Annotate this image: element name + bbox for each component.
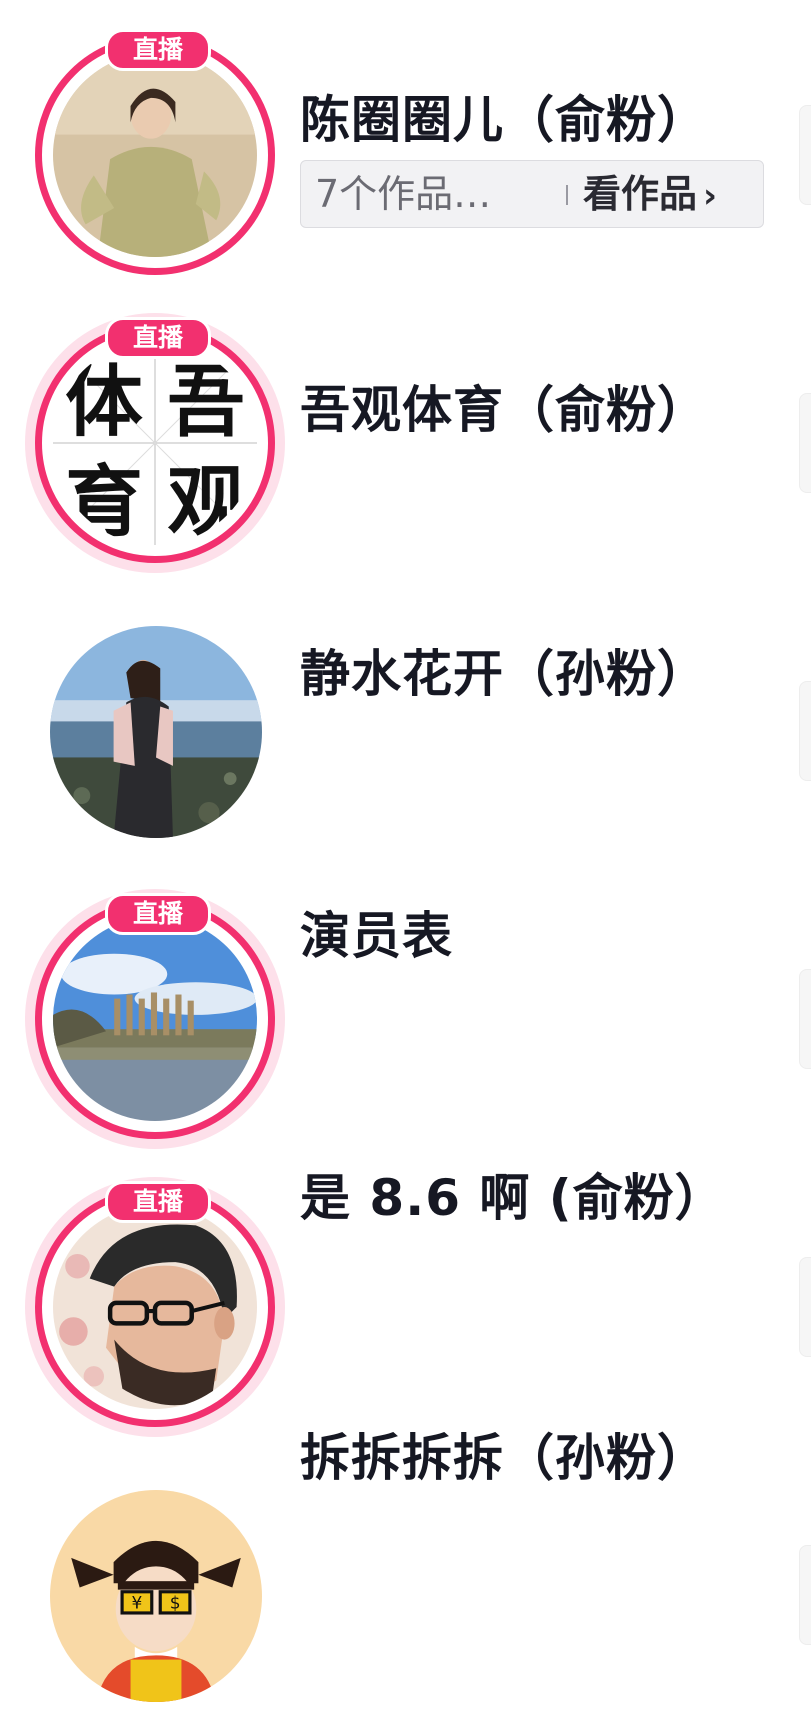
works-chip[interactable]: 7个作品… 看作品 › — [300, 160, 764, 228]
view-works-label: 看作品 — [583, 172, 698, 216]
avatar-image-woman-green-dress — [53, 53, 257, 257]
user-name[interactable]: 陈圈圈儿（俞粉） — [300, 80, 708, 152]
glasses-symbol: ¥ — [132, 1593, 143, 1613]
follow-button-edge[interactable] — [799, 1545, 811, 1645]
user-name[interactable]: 静水花开（孙粉） — [300, 634, 708, 706]
avatar[interactable]: 直播 — [35, 1181, 275, 1427]
avatar[interactable]: 体 吾 育 观 直播 — [35, 317, 275, 563]
avatar[interactable]: ¥ $ — [35, 1475, 275, 1715]
follow-button-edge[interactable] — [799, 1257, 811, 1357]
avatar[interactable]: 直播 — [35, 893, 275, 1139]
list-item[interactable]: 直播 演员表 — [0, 864, 811, 1152]
follow-button-edge[interactable] — [799, 681, 811, 781]
live-badge: 直播 — [105, 1181, 211, 1223]
works-count: 7个作品… — [315, 172, 492, 216]
chevron-right-icon: › — [703, 176, 718, 216]
avatar[interactable]: 直播 — [35, 29, 275, 275]
follow-button-edge[interactable] — [799, 393, 811, 493]
list-item[interactable]: ¥ $ 拆拆拆拆（孙粉） — [0, 1429, 811, 1728]
list-item[interactable]: 直播 是 8.6 啊 (俞粉） — [0, 1152, 811, 1440]
user-name[interactable]: 演员表 — [300, 896, 453, 968]
user-name[interactable]: 吾观体育（俞粉） — [300, 370, 708, 442]
avatar-image-logo-calligraphy: 体 吾 育 观 — [53, 341, 257, 545]
avatar-image-lake-landscape — [53, 917, 257, 1121]
avatar[interactable] — [35, 611, 275, 851]
list-item[interactable]: 体 吾 育 观 直播 吾观体育（俞粉） — [0, 288, 811, 576]
list-item[interactable]: 直播 陈圈圈儿（俞粉） 7个作品… 看作品 › — [0, 0, 811, 288]
divider — [566, 185, 568, 205]
glasses-symbol: $ — [170, 1593, 181, 1613]
follower-list: 直播 陈圈圈儿（俞粉） 7个作品… 看作品 › 体 吾 育 观 直播 吾观体育（… — [0, 0, 811, 1728]
follow-button-edge[interactable] — [799, 969, 811, 1069]
live-badge: 直播 — [105, 893, 211, 935]
user-name[interactable]: 是 8.6 啊 (俞粉） — [300, 1158, 726, 1230]
view-works-link[interactable]: 看作品 › — [583, 161, 717, 229]
avatar-image-bearded-man-glasses — [53, 1205, 257, 1409]
list-item[interactable]: 静水花开（孙粉） — [0, 576, 811, 864]
user-name[interactable]: 拆拆拆拆（孙粉） — [300, 1418, 708, 1490]
follow-button-edge[interactable] — [799, 105, 811, 205]
live-badge: 直播 — [105, 317, 211, 359]
avatar-image-cartoon-girl: ¥ $ — [50, 1490, 262, 1702]
live-badge: 直播 — [105, 29, 211, 71]
avatar-image-woman-seaside — [50, 626, 262, 838]
